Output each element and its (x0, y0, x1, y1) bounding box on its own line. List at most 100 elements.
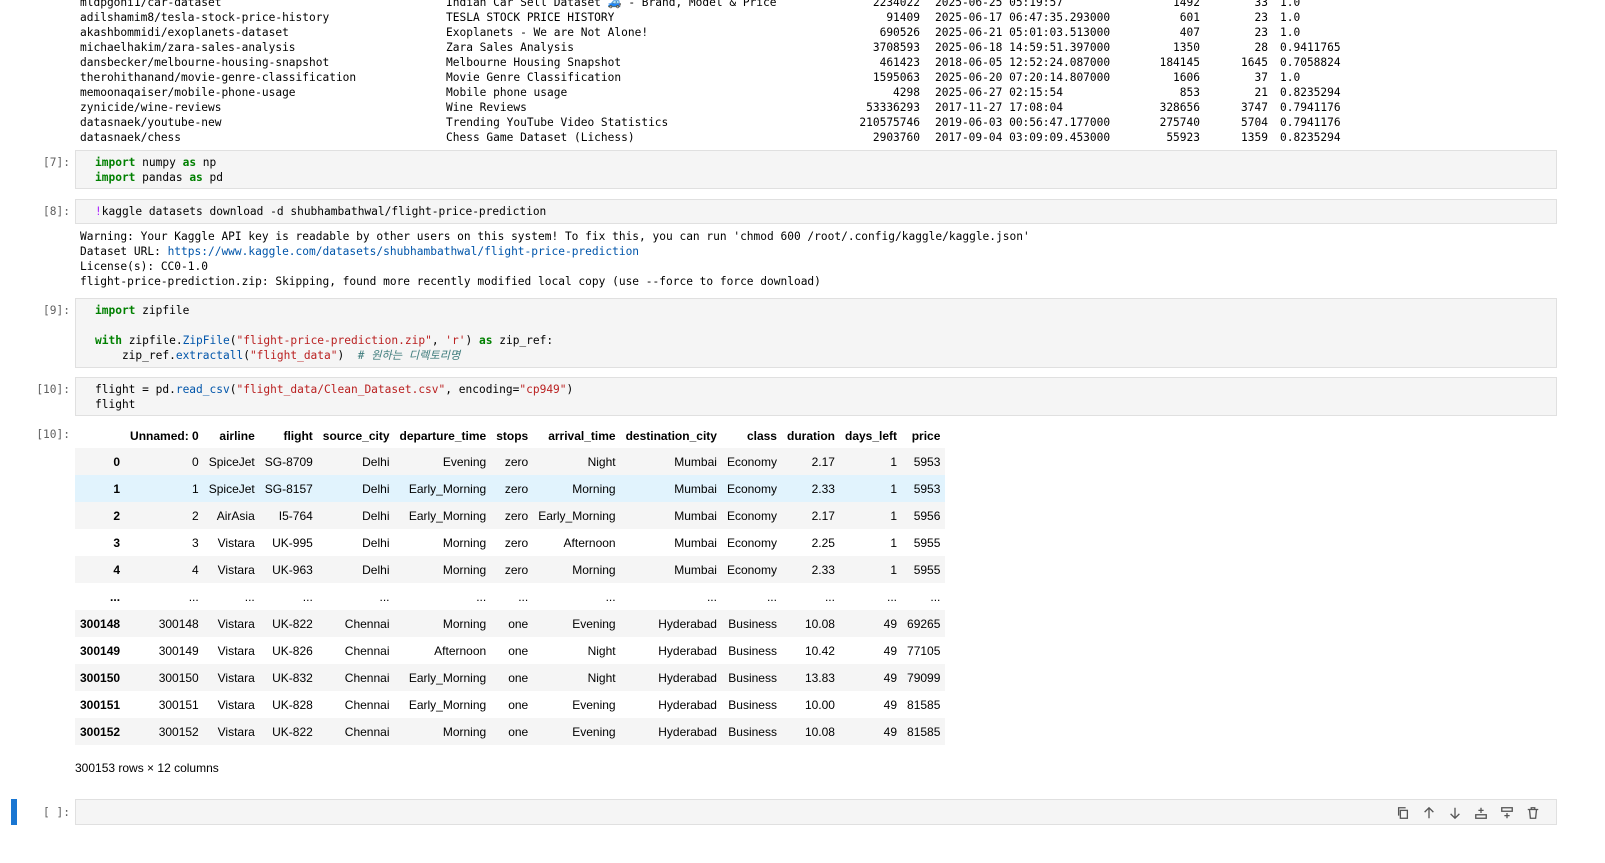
cell-prompt: [9]: (43, 304, 70, 317)
code-text: ( (243, 349, 250, 362)
delete-icon[interactable] (1524, 804, 1542, 822)
table-cell: Mumbai (674, 454, 717, 469)
table-cell: Mumbai (674, 562, 717, 577)
output-line: Warning: Your Kaggle API key is readable… (80, 230, 1030, 243)
table-row: 3 3 Vistara UK-995 Delhi Morning zero Afternoon… (75, 529, 945, 556)
dataset-usability: 0.8235294 (1280, 131, 1341, 144)
function-name: ZipFile (182, 334, 230, 347)
table-cell: Afternoon (434, 643, 487, 658)
code-editor[interactable]: !kaggle datasets download -d shubhambath… (76, 200, 1556, 219)
table-cell: 1 (890, 535, 898, 550)
column-header: destination_city (625, 429, 717, 443)
dataset-ref: memoonaqaiser/mobile-phone-usage (80, 86, 296, 99)
dataset-size: 2903760 (872, 131, 920, 144)
table-cell: ... (706, 589, 717, 604)
string-literal: "cp949" (519, 383, 567, 396)
cell-prompt: [10]: (36, 383, 70, 396)
table-cell: zero (504, 481, 529, 496)
table-cell: UK-822 (272, 616, 313, 631)
code-cell-9[interactable]: import zipfile with zipfile.ZipFile("fli… (75, 298, 1557, 368)
table-cell: Night (587, 454, 616, 469)
column-header: price (911, 429, 941, 443)
row-index: 300152 (80, 724, 121, 739)
insert-above-icon[interactable] (1472, 804, 1490, 822)
dataset-votes: 1359 (1241, 131, 1268, 144)
table-cell: Night (587, 670, 616, 685)
dataset-downloads: 1492 (1173, 0, 1200, 9)
table-cell: 79099 (907, 670, 941, 685)
table-cell: SpiceJet (208, 481, 255, 496)
table-cell: 10.08 (804, 616, 835, 631)
table-cell: 49 (883, 616, 898, 631)
table-cell: 300149 (158, 643, 199, 658)
code-editor[interactable]: import zipfile with zipfile.ZipFile("fli… (76, 299, 1556, 363)
table-cell: UK-963 (272, 562, 313, 577)
table-cell: Delhi (362, 535, 390, 550)
code-text: pd (202, 171, 224, 184)
dataset-downloads: 1350 (1173, 41, 1200, 54)
dataset-size: 53336293 (866, 101, 920, 114)
keyword: import (95, 156, 136, 169)
table-cell: 1 (890, 562, 898, 577)
empty-code-cell[interactable] (75, 799, 1557, 825)
output-prompt: [10]: (36, 428, 70, 441)
table-cell: one (508, 643, 529, 658)
string-literal: 'r' (445, 334, 466, 347)
table-cell: Mumbai (674, 535, 717, 550)
table-cell: Vistara (217, 643, 255, 658)
dataset-downloads: 275740 (1159, 116, 1200, 129)
table-cell: Vistara (217, 562, 255, 577)
dataset-size: 91409 (886, 11, 920, 24)
function-name: read_csv (175, 383, 230, 396)
duplicate-icon[interactable] (1394, 804, 1412, 822)
dataset-row: datasnaek/chess Chess Game Dataset (Liche… (80, 130, 1580, 145)
dataset-downloads: 407 (1179, 26, 1200, 39)
column-header: source_city (322, 429, 390, 443)
code-text: zip_ref. (95, 349, 176, 362)
dataset-ref: adilshamim8/tesla-stock-price-history (80, 11, 330, 24)
table-cell: one (508, 670, 529, 685)
table-cell: Business (728, 616, 777, 631)
move-up-icon[interactable] (1420, 804, 1438, 822)
code-text: zipfile (135, 304, 190, 317)
dataset-votes: 5704 (1241, 116, 1268, 129)
code-cell-10[interactable]: flight = pd.read_csv("flight_data/Clean_… (75, 377, 1557, 416)
table-cell: 2 (192, 508, 199, 523)
table-cell: 2.33 (811, 481, 835, 496)
table-cell: 49 (883, 670, 898, 685)
code-text: ) (465, 334, 479, 347)
table-row: 1 1 SpiceJet SG-8157 Delhi Early_Morning zero M… (75, 475, 946, 502)
dataset-size: 4298 (893, 86, 920, 99)
column-header: class (746, 429, 777, 443)
table-cell: 300150 (158, 670, 199, 685)
move-down-icon[interactable] (1446, 804, 1464, 822)
table-cell: 10.08 (804, 724, 835, 739)
dataset-row: zynicide/wine-reviews Wine Reviews 5333629… (80, 100, 1580, 115)
dataset-row: mldpgoni1/car-dataset Indian Car Sell Dat… (80, 0, 1580, 10)
cell-8-output: Warning: Your Kaggle API key is readable… (80, 229, 1030, 289)
code-cell-8[interactable]: !kaggle datasets download -d shubhambath… (75, 199, 1557, 224)
dataset-row: memoonaqaiser/mobile-phone-usage Mobile p… (80, 85, 1580, 100)
code-text: numpy (135, 156, 183, 169)
column-header: stops (496, 429, 529, 443)
table-cell: Morning (442, 724, 487, 739)
code-text: ) (337, 349, 358, 362)
table-cell: one (508, 697, 529, 712)
code-cell-7[interactable]: import numpy as np import pandas as pd (75, 150, 1557, 189)
dataset-title: TESLA STOCK PRICE HISTORY (446, 11, 615, 24)
table-cell: zero (504, 535, 529, 550)
kaggle-list-output: mldpgoni1/car-dataset Indian Car Sell Dat… (80, 0, 1580, 145)
table-cell: 5953 (913, 481, 941, 496)
code-editor[interactable]: import numpy as np import pandas as pd (76, 151, 1556, 185)
table-cell: Hyderabad (658, 643, 717, 658)
table-cell: 2.17 (811, 508, 835, 523)
table-cell: UK-832 (272, 670, 313, 685)
code-editor[interactable]: flight = pd.read_csv("flight_data/Clean_… (76, 378, 1556, 412)
dataset-row: michaelhakim/zara-sales-analysis Zara Sal… (80, 40, 1580, 55)
insert-below-icon[interactable] (1498, 804, 1516, 822)
dataset-url-link[interactable]: https://www.kaggle.com/datasets/shubhamb… (168, 245, 639, 258)
row-index: 4 (113, 562, 121, 577)
dataset-ref: zynicide/wine-reviews (80, 101, 222, 114)
table-cell: Delhi (362, 481, 390, 496)
table-cell: SG-8157 (264, 481, 313, 496)
